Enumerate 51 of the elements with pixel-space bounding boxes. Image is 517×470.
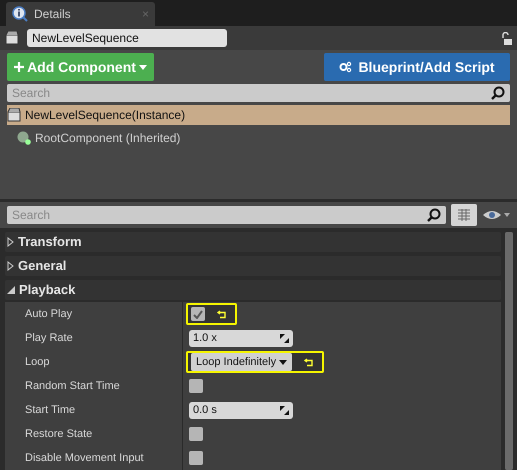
caret-icon xyxy=(279,360,288,364)
property-label: Disable Movement Input xyxy=(5,446,183,470)
tab-label: Details xyxy=(34,6,72,23)
loop-dropdown[interactable]: Loop Indefinitely xyxy=(191,353,292,371)
category-header[interactable]: Playback xyxy=(5,280,501,300)
reset-arrow-icon[interactable] xyxy=(217,310,227,318)
checkbox[interactable] xyxy=(189,379,203,393)
reset-arrow-icon[interactable] xyxy=(304,358,314,366)
lock-icon[interactable] xyxy=(500,32,512,44)
component-row[interactable]: NewLevelSequence(Instance) xyxy=(7,105,510,125)
field-value: 1.0 x xyxy=(193,330,217,346)
category-header[interactable]: Transform xyxy=(5,232,501,252)
field-value: 0.0 s xyxy=(193,402,217,418)
component-row[interactable]: RootComponent (Inherited) xyxy=(7,125,510,151)
details-tab[interactable]: Details × xyxy=(6,2,155,26)
number-field[interactable]: 0.0 s xyxy=(189,402,293,418)
search-icon xyxy=(427,208,441,222)
component-label: RootComponent (Inherited) xyxy=(35,130,180,147)
resize-arrows-icon xyxy=(280,334,289,342)
category-label: Transform xyxy=(18,233,82,252)
caret-icon xyxy=(138,64,147,70)
checkbox[interactable] xyxy=(191,307,205,321)
category-label: General xyxy=(18,257,66,276)
property-label: Play Rate xyxy=(5,326,183,350)
plus-icon xyxy=(14,62,24,72)
property-label: Auto Play xyxy=(5,302,183,326)
name-field[interactable]: NewLevelSequence xyxy=(27,29,227,47)
grid-icon xyxy=(458,209,470,221)
collapsed-triangle-icon xyxy=(7,261,14,271)
property-label: Random Start Time xyxy=(5,374,183,398)
gears-icon xyxy=(339,61,352,73)
component-label: NewLevelSequence(Instance) xyxy=(25,107,186,124)
sphere-icon xyxy=(17,131,31,145)
resize-arrows-icon xyxy=(280,406,289,414)
scrollbar[interactable] xyxy=(505,232,513,470)
property-label: Start Time xyxy=(5,398,183,422)
expanded-triangle-icon xyxy=(7,286,15,294)
blueprint-script-button[interactable]: Blueprint/Add Script xyxy=(324,53,510,81)
category-header[interactable]: General xyxy=(5,256,501,276)
checkmark-icon xyxy=(193,310,203,318)
search-icon xyxy=(491,86,505,100)
category-label: Playback xyxy=(19,281,76,300)
collapsed-triangle-icon xyxy=(7,237,14,247)
checkbox[interactable] xyxy=(189,451,203,465)
info-magnifier-icon xyxy=(12,6,28,22)
grid-view-button[interactable] xyxy=(451,204,477,226)
property-label: Loop xyxy=(5,350,183,374)
eye-icon[interactable] xyxy=(482,209,510,221)
checkbox[interactable] xyxy=(189,427,203,441)
property-label: Restore State xyxy=(5,422,183,446)
number-field[interactable]: 1.0 x xyxy=(189,330,293,346)
